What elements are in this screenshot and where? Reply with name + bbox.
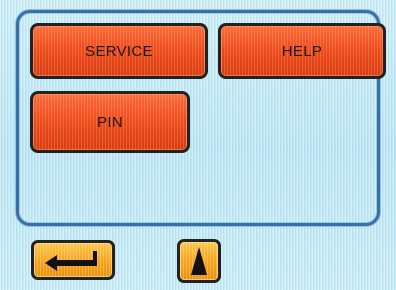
help-button[interactable]: HELP bbox=[218, 23, 386, 79]
up-arrow-icon bbox=[191, 247, 207, 275]
help-button-label: HELP bbox=[281, 42, 323, 60]
pin-button[interactable]: PIN bbox=[30, 91, 190, 153]
pin-button-label: PIN bbox=[97, 113, 123, 131]
service-button[interactable]: SERVICE bbox=[30, 23, 208, 79]
service-button-label: SERVICE bbox=[85, 42, 153, 60]
return-arrow-icon bbox=[45, 249, 101, 271]
back-button[interactable] bbox=[31, 240, 115, 280]
up-button[interactable] bbox=[177, 239, 221, 283]
